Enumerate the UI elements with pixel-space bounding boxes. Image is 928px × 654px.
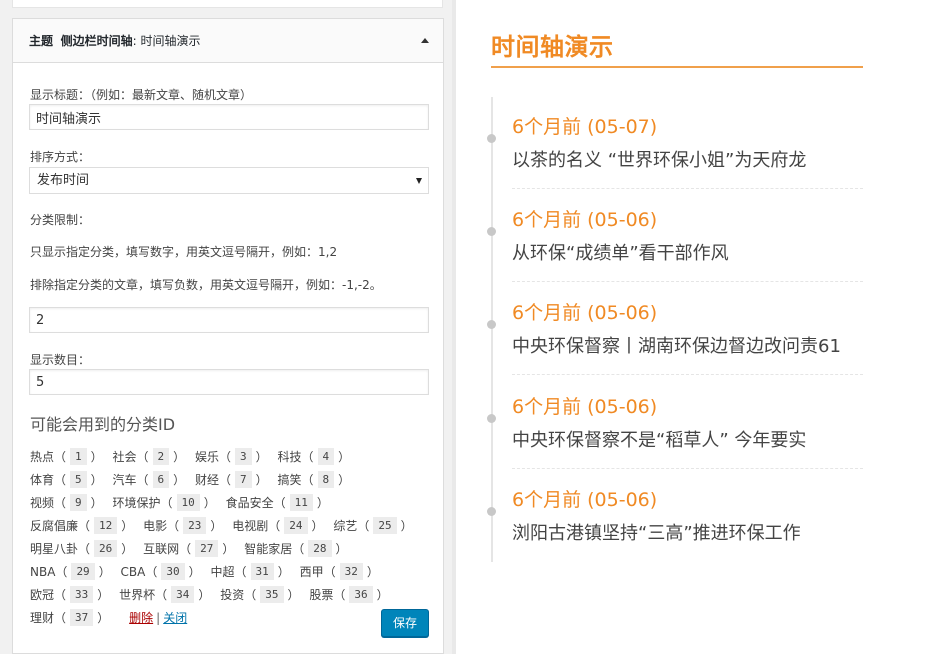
widget-title-name: 侧边栏时间轴 [60, 34, 133, 48]
category-item: 电影（ 23） [143, 517, 223, 534]
close-link[interactable]: 关闭 [163, 611, 187, 625]
category-item: 明星八卦（ 26） [30, 540, 134, 557]
category-item: 投资（ 35） [220, 586, 300, 603]
category-item: 体育（ 5） [30, 471, 103, 488]
timeline-divider [512, 374, 863, 375]
widget-title-bar[interactable]: 主题 侧边栏时间轴: 时间轴演示 [13, 19, 443, 63]
sort-select[interactable]: 发布时间 [29, 167, 429, 194]
category-row: 明星八卦（ 26） 互联网（ 27） 智能家居（ 28） [30, 539, 354, 559]
category-row: 理财（ 37） 删除 | 关闭 [30, 608, 187, 628]
timeline-post-link[interactable]: 中央环保督察丨湖南环保边督边改问责61 [512, 332, 841, 358]
category-row: 体育（ 5） 汽车（ 6） 财经（ 7） 搞笑（ 8） [30, 470, 356, 490]
timeline-post-link[interactable]: 浏阳古港镇坚持“三高”推进环保工作 [512, 519, 801, 545]
panel-divider [452, 0, 456, 654]
select-arrow-icon [416, 178, 422, 184]
timeline-title: 时间轴演示 [491, 33, 614, 61]
category-item: 视频（ 9） [30, 494, 103, 511]
include-hint: 只显示指定分类，填写数字，用英文逗号隔开，例如：1,2 [30, 245, 338, 259]
collapse-arrow-icon[interactable] [421, 38, 429, 43]
category-item: 财经（ 7） [195, 471, 268, 488]
timeline-post-link[interactable]: 以茶的名义 “世界环保小姐”为天府龙 [512, 146, 806, 172]
link-separator: | [156, 611, 161, 625]
category-item: 反腐倡廉（ 12） [30, 517, 134, 534]
count-label: 显示数目： [30, 353, 91, 367]
timeline-item: 6个月前 (05-06) 从环保“成绩单”看干部作风 [487, 190, 863, 283]
category-item: 综艺（ 25） [333, 517, 413, 534]
category-item: 科技（ 4） [277, 448, 351, 465]
timeline-item: 6个月前 (05-06) 中央环保督察不是“稻草人” 今年要实 [487, 377, 863, 470]
category-row: 热点（ 1） 社会（ 2） 娱乐（ 3） 科技（ 4） [30, 447, 356, 467]
category-item: 环境保护（ 10） [112, 494, 216, 511]
available-categories-heading: 可能会用到的分类ID [30, 415, 176, 434]
timeline-widget-form: 主题 侧边栏时间轴: 时间轴演示 显示标题：（例如：最新文章、随机文章） 排序方… [12, 18, 444, 654]
category-item: NBA（ 29） [30, 563, 111, 580]
timeline-item: 6个月前 (05-06) 浏阳古港镇坚持“三高”推进环保工作 [487, 470, 863, 563]
category-item: CBA（ 30） [120, 563, 201, 580]
timeline-post-link[interactable]: 从环保“成绩单”看干部作风 [512, 239, 729, 265]
category-item: 智能家居（ 28） [244, 540, 348, 557]
category-item: 西甲（ 32） [299, 563, 379, 580]
category-item: 食品安全（ 11） [225, 494, 329, 511]
timeline-dot-icon [487, 507, 496, 516]
display-title-label: 显示标题：（例如：最新文章、随机文章） [30, 88, 253, 102]
timeline-date: 6个月前 (05-06) [512, 396, 658, 418]
delete-link[interactable]: 删除 [129, 611, 153, 625]
timeline-title-underline [491, 66, 863, 68]
category-item: 搞笑（ 8） [277, 471, 351, 488]
category-item: 理财（ 37） [30, 609, 110, 626]
category-item: 社会（ 2） [112, 448, 186, 465]
timeline-divider [512, 188, 863, 189]
category-item: 股票（ 36） [309, 586, 389, 603]
category-input[interactable] [29, 307, 429, 333]
timeline-date: 6个月前 (05-07) [512, 116, 658, 138]
category-limit-label: 分类限制： [30, 213, 91, 227]
display-title-input[interactable] [29, 104, 429, 130]
category-item: 欧冠（ 33） [30, 586, 110, 603]
save-button[interactable]: 保存 [381, 609, 429, 637]
category-item: 中超（ 31） [210, 563, 290, 580]
category-item: 电视剧（ 24） [232, 517, 324, 534]
category-item: 娱乐（ 3） [195, 448, 268, 465]
sort-label: 排序方式： [30, 150, 91, 164]
timeline-date: 6个月前 (05-06) [512, 302, 658, 324]
timeline-item: 6个月前 (05-07) 以茶的名义 “世界环保小姐”为天府龙 [487, 97, 863, 190]
timeline-dot-icon [487, 414, 496, 423]
timeline-post-link[interactable]: 中央环保督察不是“稻草人” 今年要实 [512, 426, 806, 452]
exclude-hint: 排除指定分类的文章，填写负数，用英文逗号隔开，例如：-1,-2。 [30, 278, 382, 292]
count-input[interactable] [29, 369, 429, 395]
category-row: 反腐倡廉（ 12） 电影（ 23） 电视剧（ 24） 综艺（ 25） [30, 516, 419, 536]
category-row: 欧冠（ 33） 世界杯（ 34） 投资（ 35） 股票（ 36） [30, 585, 395, 605]
category-item: 汽车（ 6） [112, 471, 186, 488]
timeline-divider [512, 468, 863, 469]
category-item: 世界杯（ 34） [119, 586, 211, 603]
timeline-date: 6个月前 (05-06) [512, 209, 658, 231]
widget-title-suffix: : 时间轴演示 [132, 34, 201, 48]
timeline-dot-icon [487, 320, 496, 329]
previous-widget-edge [12, 0, 443, 8]
timeline-dot-icon [487, 134, 496, 143]
category-item: 互联网（ 27） [143, 540, 235, 557]
widget-title-prefix: 主题 [29, 34, 54, 48]
category-row: NBA（ 29） CBA（ 30） 中超（ 31） 西甲（ 32） [30, 562, 385, 582]
timeline-divider [512, 281, 863, 282]
category-item: 热点（ 1） [30, 448, 103, 465]
timeline-date: 6个月前 (05-06) [512, 489, 658, 511]
category-row: 视频（ 9） 环境保护（ 10） 食品安全（ 11） [30, 493, 335, 513]
timeline-dot-icon [487, 227, 496, 236]
sort-select-value: 发布时间 [37, 173, 90, 188]
timeline-axis [491, 97, 493, 562]
timeline-item: 6个月前 (05-06) 中央环保督察丨湖南环保边督边改问责61 [487, 283, 863, 376]
